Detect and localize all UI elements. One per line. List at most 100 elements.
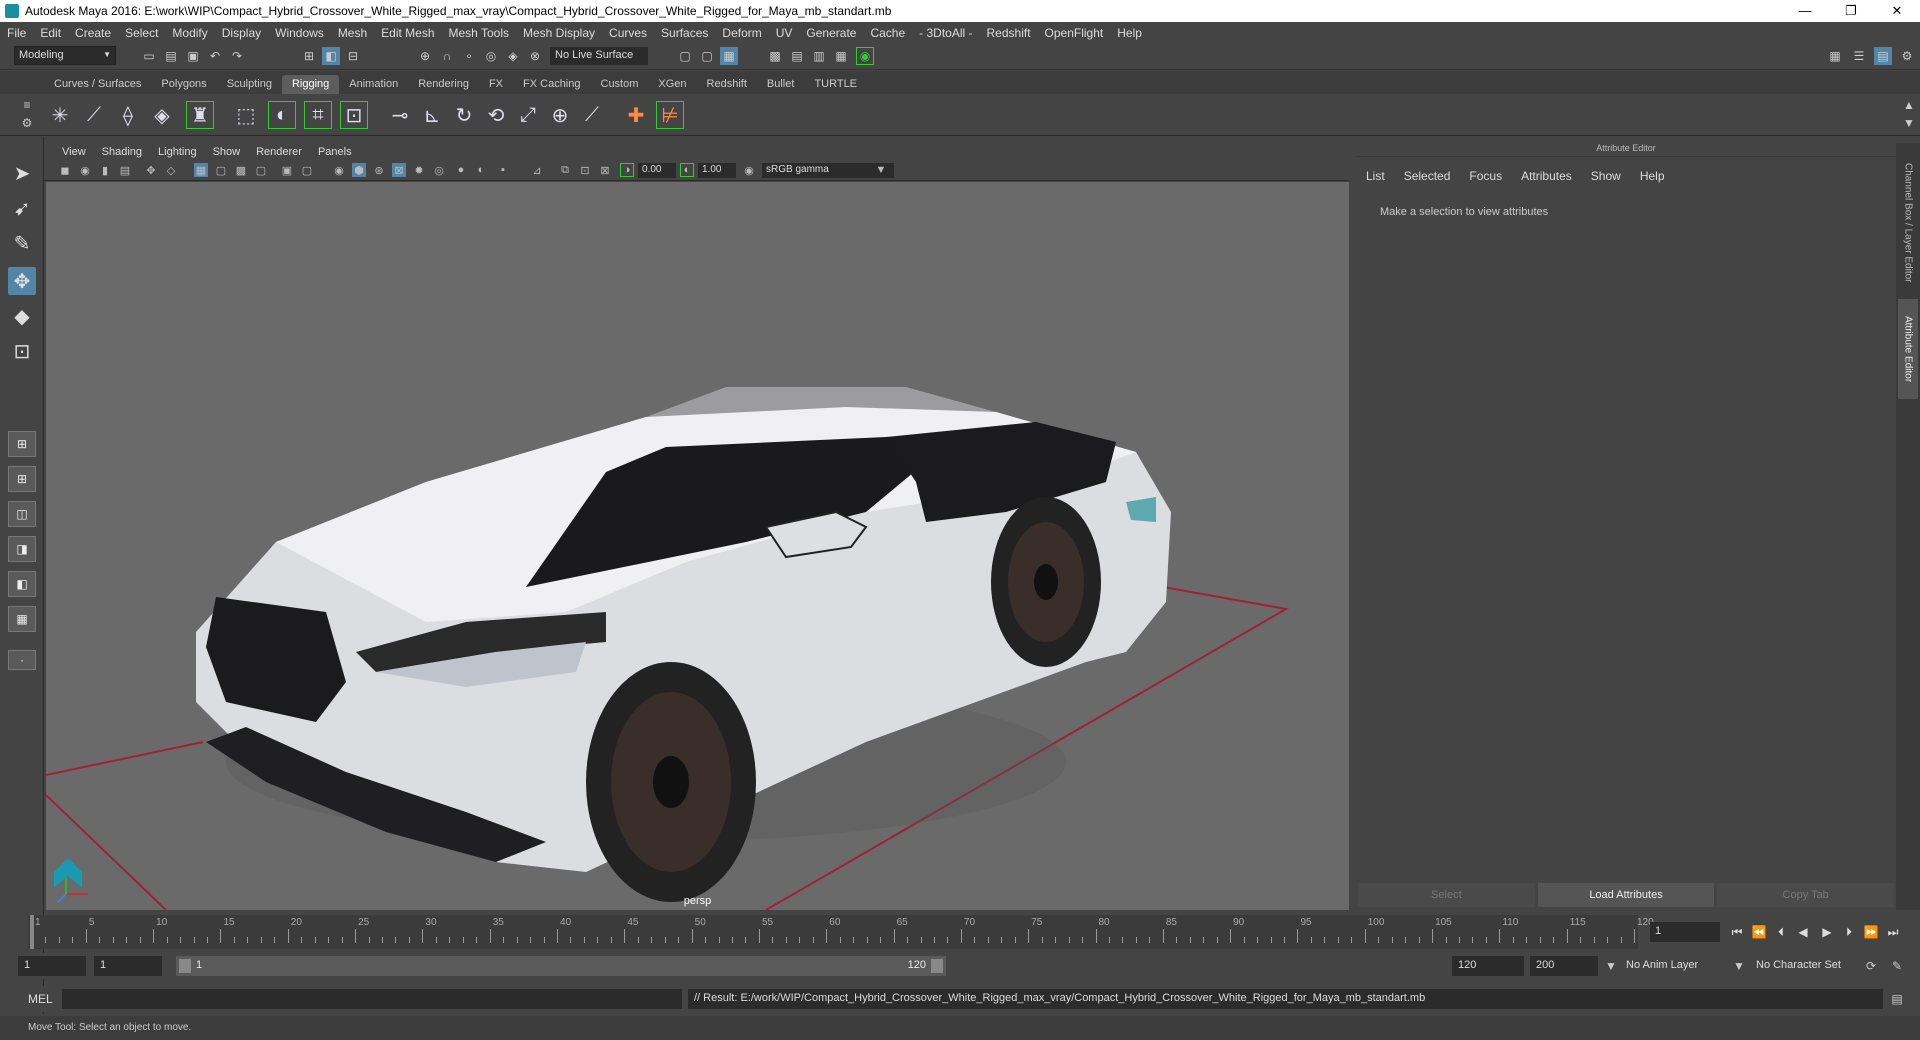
start-time-field[interactable]: 1	[18, 956, 86, 976]
insert-joint-icon[interactable]: ◈	[148, 101, 176, 129]
camera-attributes-icon[interactable]: ◉	[78, 163, 92, 177]
anim-preferences-icon[interactable]: ✎	[1888, 957, 1906, 975]
load-attributes-button[interactable]: Load Attributes	[1537, 883, 1715, 907]
bookmark-icon[interactable]: ▮	[98, 163, 112, 177]
snap-point-icon[interactable]: ∘	[460, 47, 478, 65]
menu-openflight[interactable]: OpenFlight	[1038, 26, 1111, 40]
single-view-layout-icon[interactable]: ⊞	[8, 431, 36, 457]
four-view-layout-icon[interactable]: ⊞	[8, 466, 36, 492]
workspace-icon[interactable]: ▦	[1826, 47, 1844, 65]
undo-icon[interactable]: ↶	[206, 47, 224, 65]
quick-rig-icon[interactable]: ♜	[186, 101, 214, 129]
menu-mesh-display[interactable]: Mesh Display	[516, 26, 602, 40]
ae-menu-focus[interactable]: Focus	[1469, 169, 1502, 183]
auto-key-icon[interactable]: ⟳	[1862, 957, 1880, 975]
persp-outliner-layout-icon[interactable]: ◨	[8, 536, 36, 562]
mel-input[interactable]	[62, 989, 682, 1009]
anti-alias-icon[interactable]: ◐	[474, 163, 488, 177]
save-scene-icon[interactable]: ▣	[184, 47, 202, 65]
current-time-indicator[interactable]	[30, 915, 34, 949]
snap-curve-icon[interactable]: ∩	[438, 47, 456, 65]
live-surface-field[interactable]: No Live Surface	[550, 47, 648, 65]
mel-label[interactable]: MEL	[28, 992, 53, 1006]
go-to-end-icon[interactable]: ⏭	[1884, 923, 1902, 941]
gate-mask-icon[interactable]: ⊠	[598, 163, 612, 177]
ae-menu-show[interactable]: Show	[1591, 169, 1621, 183]
shadows-icon[interactable]: ▣	[280, 163, 294, 177]
step-forward-key-icon[interactable]: ⏵	[1840, 923, 1858, 941]
camera-select-icon[interactable]: ◼	[58, 163, 72, 177]
tab-rendering[interactable]: Rendering	[408, 75, 479, 94]
aim-constraint-icon[interactable]: ↻	[450, 101, 478, 129]
character-set-select[interactable]: No Character Set	[1750, 956, 1870, 976]
tab-xgen[interactable]: XGen	[648, 75, 696, 94]
maximize-button[interactable]: ❐	[1828, 3, 1874, 19]
script-editor-icon[interactable]: ▤	[1888, 990, 1906, 1008]
menu-mesh[interactable]: Mesh	[331, 26, 374, 40]
menu-file[interactable]: File	[0, 26, 33, 40]
cluster-icon[interactable]: ⊸	[386, 101, 414, 129]
anim-layer-dropdown-icon[interactable]: ▼	[1602, 957, 1620, 975]
play-backward-icon[interactable]: ◀	[1794, 923, 1812, 941]
menu-cache[interactable]: Cache	[863, 26, 912, 40]
wrap-icon[interactable]: ⊡	[340, 101, 368, 129]
mode-selector[interactable]: Modeling	[14, 46, 116, 65]
shelf-scroll-down-icon[interactable]: ▼	[1900, 114, 1918, 132]
ae-menu-list[interactable]: List	[1366, 169, 1385, 183]
viewport-menu-view[interactable]: View	[54, 146, 94, 158]
ambient-occlusion-icon[interactable]: ◎	[432, 163, 446, 177]
viewport-persp[interactable]: persp	[46, 182, 1349, 910]
playback-end-field[interactable]: 120	[1452, 956, 1524, 976]
select-component-icon[interactable]: ⊟	[344, 47, 362, 65]
create-joints-icon[interactable]: ✳	[46, 101, 74, 129]
shelf-scroll-up-icon[interactable]: ▲	[1900, 96, 1918, 114]
snap-grid-icon[interactable]: ⊕	[416, 47, 434, 65]
tab-rigging[interactable]: Rigging	[281, 75, 340, 94]
use-lights-icon[interactable]: ✹	[412, 163, 426, 177]
tab-redshift[interactable]: Redshift	[697, 75, 757, 94]
gamma-icon[interactable]: ◐	[680, 163, 694, 177]
render-view-icon[interactable]: ▩	[766, 47, 784, 65]
menu-uv[interactable]: UV	[769, 26, 800, 40]
tool-settings-toggle-icon[interactable]: ⚙	[1898, 47, 1916, 65]
menu-display[interactable]: Display	[215, 26, 268, 40]
menu-create[interactable]: Create	[68, 26, 118, 40]
isolate-icon[interactable]: ▢	[300, 163, 314, 177]
scale-tool-icon[interactable]: ⊡	[8, 337, 36, 365]
gamma-field[interactable]: 1.00	[698, 163, 736, 178]
menu-3dtoall[interactable]: - 3DtoAll -	[912, 26, 979, 40]
snap-view-icon[interactable]: ◎	[482, 47, 500, 65]
ipr-render-icon[interactable]: ▥	[810, 47, 828, 65]
tab-animation[interactable]: Animation	[339, 75, 408, 94]
step-forward-icon[interactable]: ⏩	[1862, 923, 1880, 941]
bind-skin-icon[interactable]: ⬚	[232, 101, 260, 129]
menu-surfaces[interactable]: Surfaces	[654, 26, 715, 40]
shelf-menu-icon[interactable]: ≡	[18, 96, 36, 114]
construction-history-icon[interactable]: ▦	[720, 47, 738, 65]
ae-menu-selected[interactable]: Selected	[1404, 169, 1451, 183]
shaded-icon[interactable]: ⬢	[352, 163, 366, 177]
tab-fx[interactable]: FX	[479, 75, 513, 94]
textured-icon[interactable]: ▩	[234, 163, 248, 177]
menu-edit-mesh[interactable]: Edit Mesh	[374, 26, 441, 40]
xray-icon[interactable]: ◉	[332, 163, 346, 177]
input-ops-icon[interactable]: ▢	[676, 47, 694, 65]
hypershade-icon[interactable]: ◉	[856, 47, 874, 65]
paint-weights-icon[interactable]: ◐	[268, 101, 296, 129]
snap-live-icon[interactable]: ⊗	[526, 47, 544, 65]
channel-box-toggle-icon[interactable]: ☰	[1850, 47, 1868, 65]
open-scene-icon[interactable]: ▤	[162, 47, 180, 65]
redo-icon[interactable]: ↷	[228, 47, 246, 65]
exposure-icon[interactable]: ◑	[620, 163, 634, 177]
motion-blur-icon[interactable]: ●	[454, 163, 468, 177]
persp-graph-layout-icon[interactable]: ◧	[8, 571, 36, 597]
tab-bullet[interactable]: Bullet	[757, 75, 805, 94]
viewport-menu-lighting[interactable]: Lighting	[150, 146, 205, 158]
menu-mesh-tools[interactable]: Mesh Tools	[442, 26, 516, 40]
select-hierarchy-icon[interactable]: ⊞	[300, 47, 318, 65]
lights-icon[interactable]: ▢	[254, 163, 268, 177]
snap-surface-icon[interactable]: ◈	[504, 47, 522, 65]
move-tool-icon[interactable]: ✥	[8, 267, 36, 295]
orient-constraint-icon[interactable]: ⟲	[482, 101, 510, 129]
current-frame-field[interactable]: 1	[1650, 922, 1720, 942]
